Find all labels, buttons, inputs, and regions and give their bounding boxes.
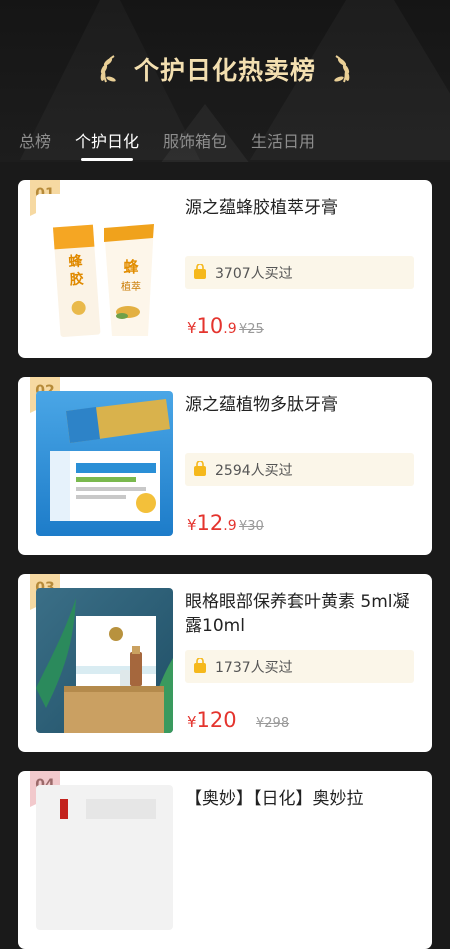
current-price: ¥12.9: [187, 511, 237, 535]
original-price: ¥298: [256, 716, 290, 731]
original-price: ¥25: [239, 322, 264, 337]
header: 个护日化热卖榜 总榜 个护日化 服饰箱包 生活日用: [0, 0, 450, 162]
category-tabs: 总榜 个护日化 服饰箱包 生活日用: [0, 124, 450, 162]
buyers-badge: 2594人买过: [185, 453, 414, 486]
original-price: ¥30: [239, 519, 264, 534]
product-card[interactable]: 03 眼格眼部保养套叶黄素 5ml凝露10ml: [18, 574, 432, 752]
current-price: ¥10.9: [187, 314, 237, 338]
product-name[interactable]: 源之蕴植物多肽牙膏: [185, 393, 417, 417]
product-name[interactable]: 源之蕴蜂胶植萃牙膏: [185, 196, 417, 220]
shopping-bag-icon: [194, 461, 206, 476]
laurel-right-icon: [334, 55, 350, 83]
tab-all[interactable]: 总榜: [19, 128, 51, 152]
price-decimal: .9: [223, 518, 237, 534]
buyers-count: 3707人买过: [215, 266, 293, 282]
current-price: ¥120: [187, 708, 237, 732]
svg-text:胶: 胶: [69, 270, 84, 288]
buyers-badge: 1737人买过: [185, 650, 414, 683]
product-image[interactable]: [36, 588, 173, 733]
product-card[interactable]: 04 【奥妙】【日化】奥妙拉: [18, 771, 432, 949]
svg-text:蜂: 蜂: [123, 258, 139, 276]
product-image[interactable]: 蜂 胶 蜂 植萃: [36, 194, 173, 339]
price-decimal: .9: [223, 321, 237, 337]
buyers-count: 2594人买过: [215, 463, 293, 479]
tab-apparel-bags[interactable]: 服饰箱包: [163, 128, 227, 152]
shopping-bag-icon: [194, 658, 206, 673]
currency-symbol: ¥: [187, 319, 197, 337]
page-title: 个护日化热卖榜: [133, 56, 316, 85]
tab-personal-care[interactable]: 个护日化: [75, 128, 139, 152]
product-name[interactable]: 眼格眼部保养套叶黄素 5ml凝露10ml: [185, 590, 417, 638]
active-tab-indicator: [81, 158, 133, 161]
product-name[interactable]: 【奥妙】【日化】奥妙拉: [185, 787, 417, 811]
currency-symbol: ¥: [187, 516, 197, 534]
product-image[interactable]: [36, 785, 173, 930]
buyers-badge: 3707人买过: [185, 256, 414, 289]
tab-daily-life[interactable]: 生活日用: [251, 128, 315, 152]
shopping-bag-icon: [194, 264, 206, 279]
price-integer: 12: [196, 511, 224, 535]
price-integer: 10: [196, 314, 224, 338]
currency-symbol: ¥: [187, 713, 197, 731]
svg-text:蜂: 蜂: [68, 252, 84, 270]
title-bar: 个护日化热卖榜: [0, 44, 450, 94]
product-card[interactable]: 02 源之蕴植物多肽牙膏 2594人买过: [18, 377, 432, 555]
product-image[interactable]: [36, 391, 173, 536]
buyers-count: 1737人买过: [215, 660, 293, 676]
laurel-left-icon: [100, 55, 116, 83]
price-integer: 120: [196, 708, 237, 732]
svg-text:植萃: 植萃: [121, 280, 141, 293]
product-card[interactable]: 01 蜂 胶 蜂 植萃 源之蕴蜂胶植萃牙膏: [18, 180, 432, 358]
